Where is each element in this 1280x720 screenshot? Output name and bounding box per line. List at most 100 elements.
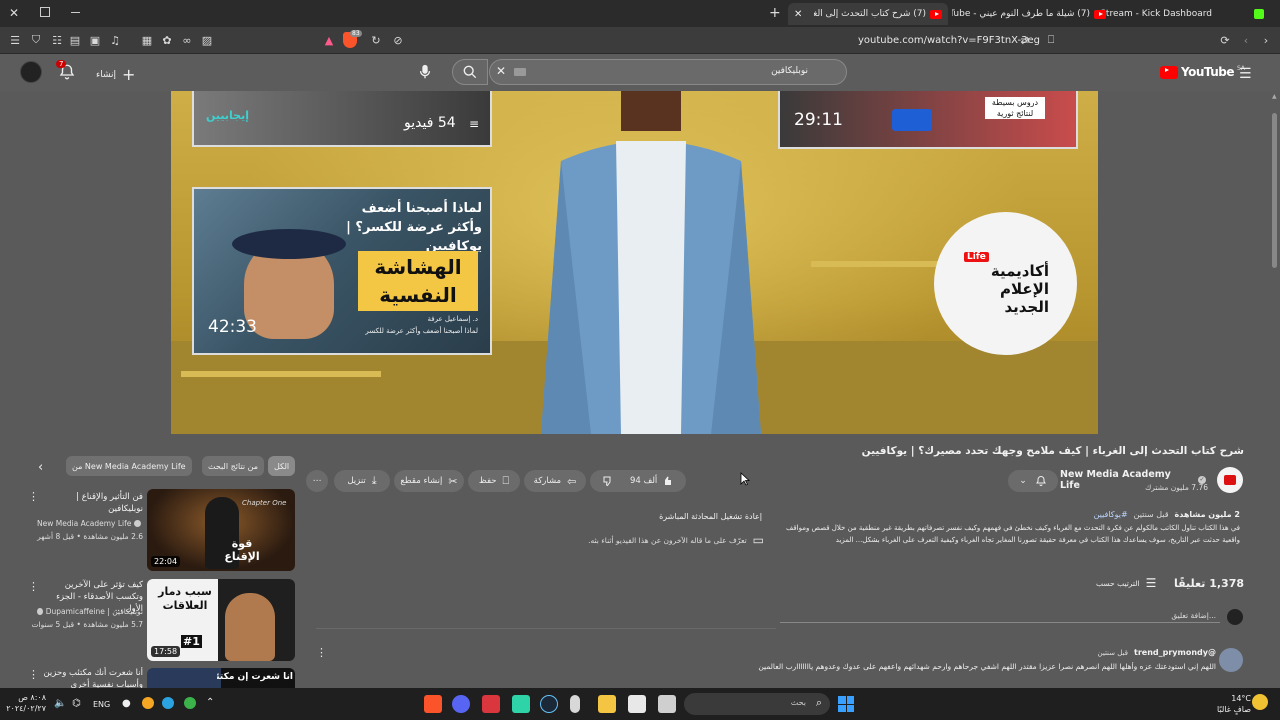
description-box[interactable]: 2 مليون مشاهدة قبل سنتين #يوكافيين في هذ…: [780, 506, 1244, 558]
recommendation-title[interactable]: أنا شعرت أنك مكتئب وحزين وأسباب نفسية أخ…: [40, 667, 143, 688]
recommendation-thumbnail[interactable]: أنا شعرت إن مكتئب: [147, 668, 295, 688]
bookmark-icon[interactable]: ⎕: [1044, 33, 1058, 47]
back-icon[interactable]: ‹: [1239, 33, 1253, 47]
download-button[interactable]: تنزيل ⤓: [334, 470, 390, 492]
language-indicator[interactable]: ENG: [93, 700, 110, 709]
recommendation-thumbnail[interactable]: سبب دمار العلاقات #1 17:58: [147, 579, 295, 661]
windows-start-icon[interactable]: [838, 696, 854, 712]
reload-icon[interactable]: ⟳: [1218, 33, 1232, 47]
taskbar-search[interactable]: بحث ⌕: [684, 693, 830, 715]
endscreen-video-card-right[interactable]: 29:11 دروس بسيطة لنتائج ثورية: [778, 91, 1078, 149]
recommendation-title[interactable]: فن التأثير والإقناع | نوبليكافين: [40, 491, 143, 515]
tab-youtube-song[interactable]: (7) شيلة ما طرف النوم عيني - YouTube: [952, 3, 1112, 25]
card-title: لماذا أصبحنا أضعف وأكثر عرضة للكسر؟ | يو…: [346, 201, 482, 254]
minimize-window-button[interactable]: [71, 12, 80, 13]
verified-icon: [37, 608, 43, 615]
obs-like-icon[interactable]: [512, 695, 530, 713]
scrollbar-thumb[interactable]: [1272, 113, 1277, 268]
weather-widget[interactable]: 14°C صافٍ غالبًا: [1195, 693, 1251, 715]
mic-tray-icon[interactable]: ●: [122, 698, 131, 709]
file-explorer-icon[interactable]: [598, 695, 616, 713]
new-tab-button[interactable]: +: [769, 5, 781, 21]
clip-button[interactable]: إنشاء مقطع ✂: [394, 470, 464, 492]
chip-from-channel[interactable]: من New Media Academy Life: [66, 456, 192, 476]
add-comment-input[interactable]: إضافة تعليق...: [780, 609, 1220, 623]
restore-window-button[interactable]: [40, 7, 50, 17]
tray-app-icon[interactable]: [162, 697, 174, 709]
tab-kick-dashboard[interactable]: Stream - Kick Dashboard: [1092, 3, 1272, 25]
channel-avatar[interactable]: [1217, 467, 1243, 493]
search-input[interactable]: ✕ نوبليكافين: [489, 59, 847, 85]
recommendation-channel[interactable]: نوبليكافين | Dupamicaffeine: [37, 607, 143, 616]
screenshot-icon[interactable]: ⊘: [391, 33, 405, 47]
more-actions-button[interactable]: ⋯: [306, 470, 328, 492]
page-scrollbar[interactable]: ▲: [1270, 91, 1280, 688]
tray-app-icon[interactable]: [142, 697, 154, 709]
video-player[interactable]: ≡ 54 فيديو إيجابيين لماذا أصبحنا أضعف وأ…: [171, 91, 1098, 434]
save-button[interactable]: حفظ ⎕: [468, 470, 520, 492]
forward-icon[interactable]: ›: [1259, 33, 1273, 47]
music-icon[interactable]: ♫: [108, 33, 122, 47]
recommendation-menu[interactable]: ⋮: [28, 668, 39, 681]
shield-icon[interactable]: ⛉: [29, 33, 43, 47]
mouse-app-icon[interactable]: [570, 695, 580, 713]
recommendation-menu[interactable]: ⋮: [28, 580, 39, 593]
store-icon[interactable]: [628, 695, 646, 713]
dislike-button[interactable]: [602, 475, 614, 487]
extensions-icon[interactable]: ✿: [160, 33, 174, 47]
endscreen-video-card[interactable]: لماذا أصبحنا أضعف وأكثر عرضة للكسر؟ | يو…: [192, 187, 492, 355]
sidebar-icon[interactable]: ☷: [50, 33, 64, 47]
share-button[interactable]: مشاركة ⇦: [524, 470, 586, 492]
close-tab-icon[interactable]: ✕: [794, 9, 802, 20]
taskbar-clock[interactable]: ٨:٠٨ ص ٢٠٢٤/٠٢/٢٧: [6, 692, 46, 714]
account-avatar[interactable]: [20, 61, 42, 83]
channel-logo-watermark[interactable]: Life أكاديمية الإعلام الجديد: [934, 212, 1077, 355]
playlist-count: 54 فيديو: [404, 115, 456, 131]
close-window-button[interactable]: ✕: [9, 7, 21, 19]
recommendation-thumbnail[interactable]: Chapter One قوة الإقناع 22:04: [147, 489, 295, 571]
tab-current-video[interactable]: (7) شرح كتاب التحدث إلى الغرباء | كيف ..…: [788, 3, 948, 25]
youtube-logo[interactable]: YouTube SA: [1160, 65, 1245, 79]
sort-comments-button[interactable]: الترتيب حسب ☰: [1096, 576, 1156, 590]
brave-rewards-icon[interactable]: ▲: [322, 33, 336, 47]
show-hidden-icons[interactable]: ⌃: [206, 697, 214, 708]
live-chat-replay-link[interactable]: إعادة تشغيل المحادثة المباشرة: [600, 512, 762, 521]
subscribe-bell-button[interactable]: ⌄: [1008, 470, 1058, 492]
chips-prev-arrow[interactable]: ‹: [38, 460, 43, 475]
task-view-icon[interactable]: [658, 695, 676, 713]
guide-menu-icon[interactable]: ☰: [1239, 66, 1252, 82]
recommendation-menu[interactable]: ⋮: [28, 490, 39, 503]
voice-search-button[interactable]: [414, 61, 436, 83]
comment-avatar[interactable]: [1219, 648, 1243, 672]
reader-icon[interactable]: ▣: [88, 33, 102, 47]
chip-all[interactable]: الكل: [268, 456, 296, 476]
keyboard-icon[interactable]: [514, 68, 526, 76]
share-icon[interactable]: ↻: [369, 33, 383, 47]
address-bar[interactable]: youtube.com/watch?v=F9F3tnX-3eg: [760, 31, 1040, 50]
brave-browser-icon[interactable]: [424, 695, 442, 713]
download-icon: ⤓: [371, 474, 377, 487]
tabs-icon[interactable]: ▦: [140, 33, 154, 47]
channel-logo-mark: [1224, 475, 1236, 485]
wallet-icon[interactable]: ▨: [200, 33, 214, 47]
network-icon[interactable]: ⌬: [72, 698, 81, 709]
tray-app-icon[interactable]: [184, 697, 196, 709]
comment-more-menu[interactable]: ⋮: [316, 646, 327, 659]
recommendation-channel[interactable]: New Media Academy Life: [37, 519, 143, 528]
app-icon[interactable]: [482, 695, 500, 713]
history-icon[interactable]: ▤: [68, 33, 82, 47]
volume-icon[interactable]: 🔈: [54, 698, 66, 709]
steam-icon[interactable]: [540, 695, 558, 713]
menu-icon[interactable]: ☰: [8, 33, 22, 47]
chip-from-search[interactable]: من نتائج البحث: [202, 456, 265, 476]
endscreen-playlist-card[interactable]: ≡ 54 فيديو إيجابيين: [192, 91, 492, 147]
search-button[interactable]: [452, 59, 488, 85]
notifications-bell-icon[interactable]: 7: [56, 60, 76, 81]
clear-search-icon[interactable]: ✕: [496, 64, 506, 78]
site-settings-icon[interactable]: ⇄: [1018, 33, 1032, 47]
vpn-icon[interactable]: ∞: [180, 33, 194, 47]
scroll-up-arrow[interactable]: ▲: [1272, 93, 1277, 100]
discord-icon[interactable]: [452, 695, 470, 713]
create-button[interactable]: إنشاء +: [96, 65, 135, 84]
like-button[interactable]: 94 ألف: [630, 475, 673, 487]
